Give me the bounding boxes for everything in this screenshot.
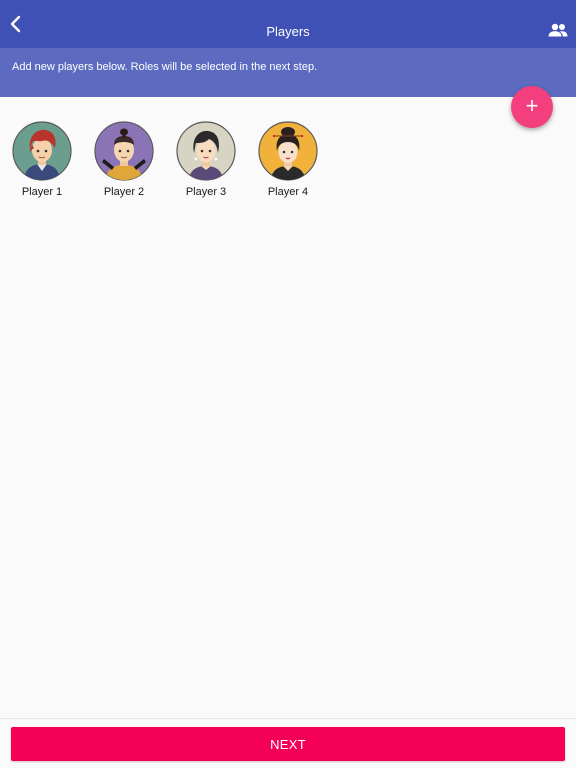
player-name: Player 1: [21, 186, 63, 198]
player-item[interactable]: Player 1: [9, 118, 75, 204]
info-banner: Add new players below. Roles will be sel…: [0, 48, 576, 97]
player-item[interactable]: Player 4: [255, 118, 321, 204]
page-title: Players: [266, 24, 310, 39]
next-button[interactable]: NEXT: [11, 727, 565, 761]
player-list: Player 1 Player 2 Player 3 Player 4: [0, 118, 576, 208]
people-icon: [548, 23, 568, 37]
back-button[interactable]: [2, 10, 30, 38]
manage-players-button[interactable]: [546, 18, 570, 42]
red-haired-boy-avatar: [12, 121, 72, 181]
chevron-left-icon: [10, 15, 21, 33]
dark-haired-woman-avatar: [176, 121, 236, 181]
footer-bar: NEXT: [0, 718, 576, 768]
add-icon: +: [525, 93, 539, 118]
player-item[interactable]: Player 3: [173, 118, 239, 204]
app-bar: Players: [0, 0, 576, 48]
topknot-warrior-avatar: [94, 121, 154, 181]
player-name: Player 4: [267, 186, 309, 198]
player-name: Player 3: [185, 186, 227, 198]
geisha-woman-avatar: [258, 121, 318, 181]
players-screen: Players Add new players below. Roles wil…: [0, 0, 576, 768]
player-item[interactable]: Player 2: [91, 118, 157, 204]
info-text: Add new players below. Roles will be sel…: [12, 61, 318, 73]
player-name: Player 2: [103, 186, 145, 198]
